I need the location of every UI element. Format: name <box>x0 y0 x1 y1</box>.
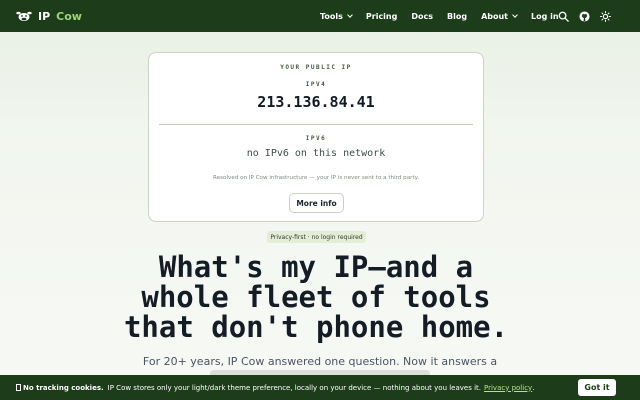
cookie-body-text: IP Cow stores only your light/dark theme… <box>107 383 482 392</box>
chevron-down-icon <box>512 12 518 18</box>
nav-tools-label: Tools <box>320 11 343 21</box>
ipv6-label: IPV6 <box>305 135 327 142</box>
more-info-button[interactable]: More info <box>289 193 344 213</box>
nav-links: Tools Pricing Docs Blog About Log in <box>320 0 559 32</box>
search-icon[interactable] <box>558 11 569 22</box>
nav-icons <box>558 0 611 32</box>
nav-pricing[interactable]: Pricing <box>366 12 397 21</box>
cookie-banner: No tracking cookies. IP Cow stores only … <box>0 375 640 400</box>
cow-icon <box>16 11 32 21</box>
nav-tools[interactable]: Tools <box>320 11 353 21</box>
cookie-strong-text: No tracking cookies. <box>23 383 104 392</box>
nav-docs-label: Docs <box>411 11 433 21</box>
sun-icon[interactable] <box>600 10 611 22</box>
headline-line-3: that don't phone home. <box>123 310 509 344</box>
chevron-down-icon <box>347 12 353 18</box>
ipv4-value[interactable]: 213.136.84.41 <box>149 93 483 111</box>
cookie-message: No tracking cookies. IP Cow stores only … <box>16 375 534 400</box>
nav-pricing-label: Pricing <box>365 11 398 21</box>
nav-about[interactable]: About <box>481 11 518 21</box>
got-it-button[interactable]: Got it <box>578 379 616 396</box>
github-icon[interactable] <box>579 10 590 22</box>
top-nav: IP Cow Tools Pricing Docs Blog About Log… <box>0 0 640 32</box>
nav-blog[interactable]: Blog <box>447 12 467 21</box>
hero-headline: What's my IP—and a whole fleet of tools … <box>100 252 532 342</box>
card-title: YOUR PUBLIC IP <box>280 64 352 71</box>
hero-subline: For 20+ years, IP Cow answered one quest… <box>142 355 498 368</box>
resolved-note: Resolved on IP Cow infrastructure — your… <box>213 175 419 181</box>
cookie-link-suffix: . <box>532 383 535 392</box>
nav-login-label: Log in <box>531 11 559 21</box>
cookie-icon <box>16 384 21 391</box>
brand-logo[interactable]: IP Cow <box>16 0 82 32</box>
nav-docs[interactable]: Docs <box>411 12 433 21</box>
headline-line-2: whole fleet of tools <box>141 280 491 314</box>
nav-blog-label: Blog <box>447 11 468 21</box>
brand-cow-text: Cow <box>56 9 82 23</box>
privacy-policy-link[interactable]: Privacy policy <box>484 384 532 392</box>
privacy-badge: Privacy-first · no login required <box>267 231 366 243</box>
nav-login[interactable]: Log in <box>531 12 559 21</box>
public-ip-card: YOUR PUBLIC IP IPV4 213.136.84.41 IPV6 n… <box>148 52 484 222</box>
ipv4-label: IPV4 <box>305 81 327 88</box>
brand-ip-text: IP <box>38 9 51 23</box>
headline-line-1: What's my IP—and a <box>158 250 474 284</box>
ipv6-value: no IPv6 on this network <box>246 148 386 159</box>
nav-about-label: About <box>481 11 508 21</box>
card-divider <box>159 124 473 125</box>
